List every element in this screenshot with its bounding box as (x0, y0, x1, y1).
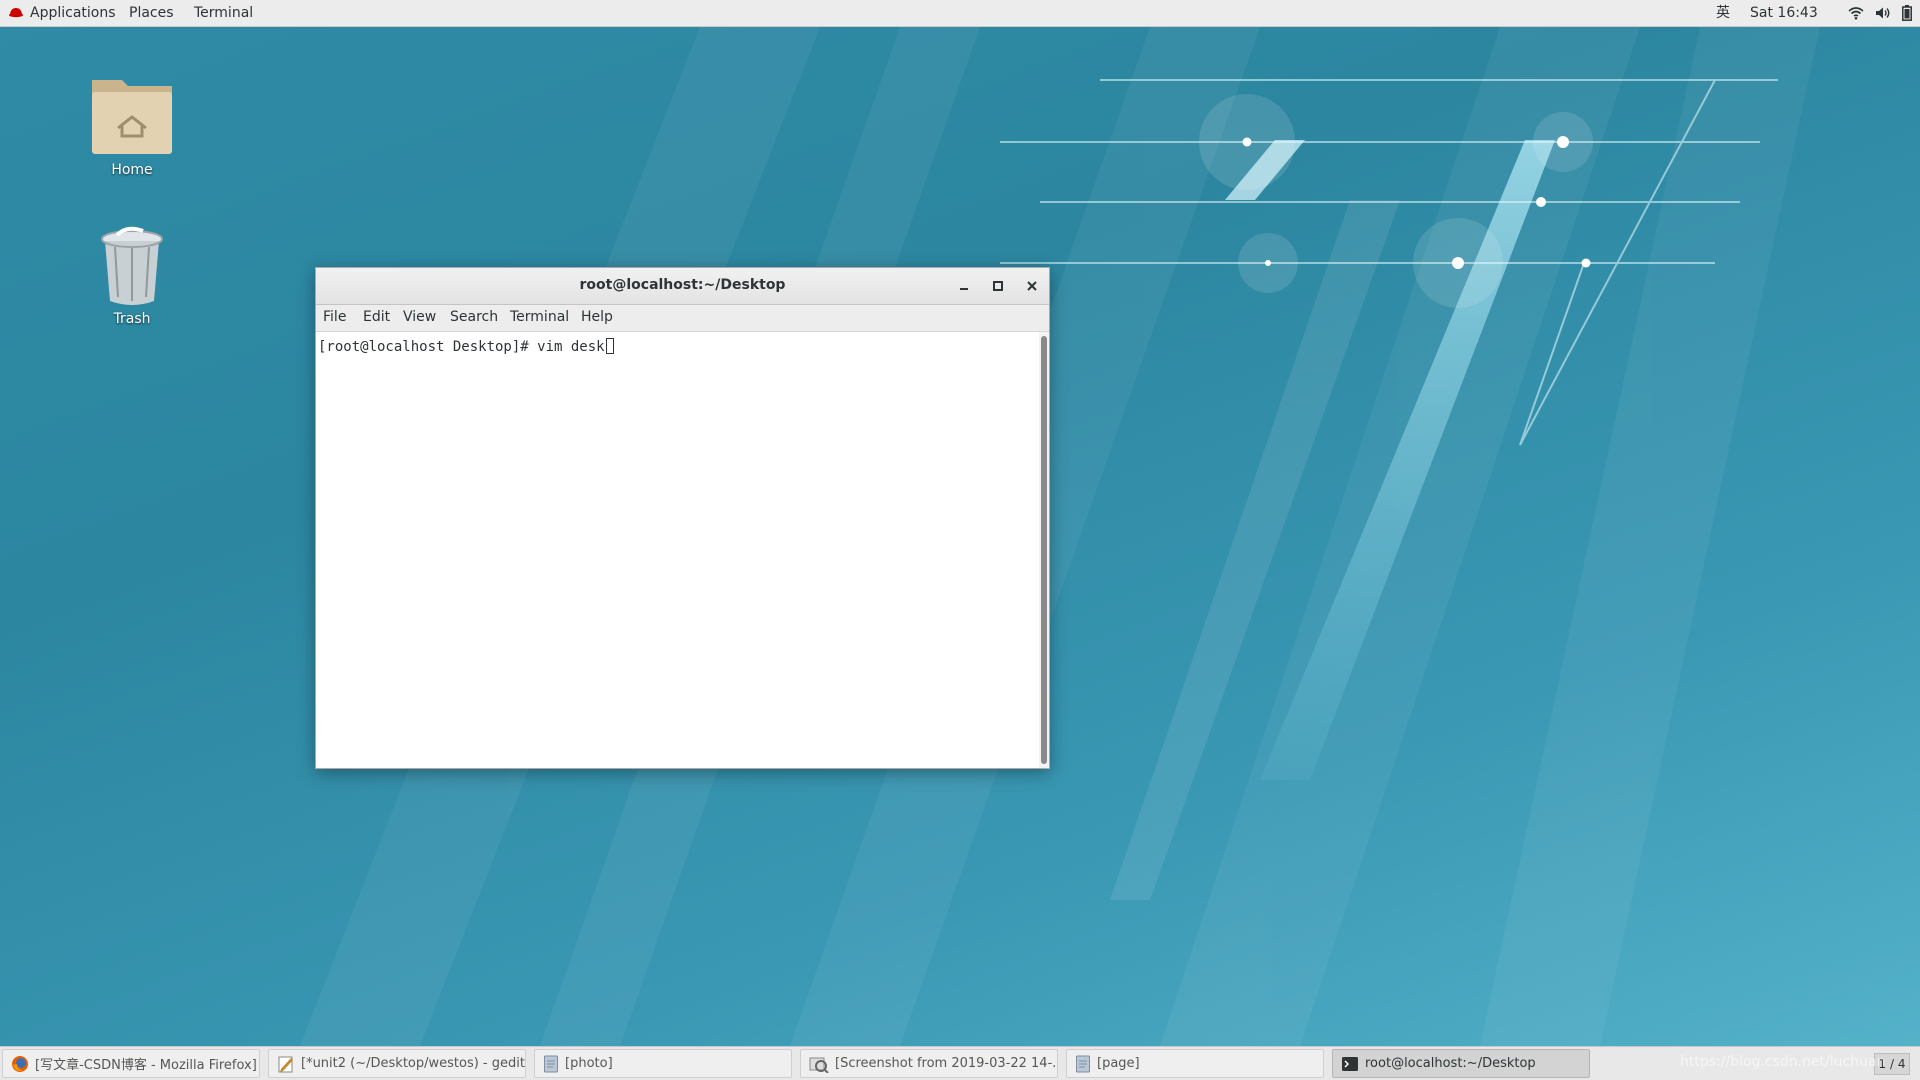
task-terminal[interactable]: root@localhost:~/Desktop (1332, 1049, 1590, 1078)
menu-help[interactable]: Help (581, 309, 613, 325)
terminal-icon (1342, 1056, 1358, 1071)
terminal-window[interactable]: root@localhost:~/Desktop File Edit View … (315, 267, 1050, 769)
menu-terminal[interactable]: Terminal (510, 309, 569, 325)
clock[interactable]: Sat 16:43 (1750, 4, 1818, 22)
task-label: [Screenshot from 2019-03-22 14-... (835, 1056, 1058, 1071)
gedit-icon (278, 1056, 293, 1072)
watermark: https://blog.csdn.net/luchuan (1680, 1054, 1886, 1070)
task-photo[interactable]: [photo] (534, 1049, 792, 1078)
menu-view[interactable]: View (403, 309, 436, 325)
maximize-icon (993, 281, 1003, 291)
maximize-button[interactable] (988, 276, 1008, 296)
home-folder-icon (92, 80, 172, 154)
places-menu[interactable]: Places (129, 4, 174, 22)
desktop-icon-home[interactable]: Home (72, 72, 192, 178)
terminal-scrollbar[interactable] (1039, 332, 1049, 768)
image-viewer-icon (809, 1057, 829, 1073)
close-button[interactable] (1022, 276, 1042, 296)
menu-edit[interactable]: Edit (363, 309, 390, 325)
task-gedit[interactable]: [*unit2 (~/Desktop/westos) - gedit] (268, 1049, 526, 1078)
bottom-taskbar: [写文章-CSDN博客 - Mozilla Firefox] [*unit2 (… (0, 1046, 1920, 1080)
volume-icon (1875, 6, 1891, 20)
terminal-app-menu[interactable]: Terminal (194, 4, 253, 22)
menu-search[interactable]: Search (450, 309, 498, 325)
task-page[interactable]: [page] (1066, 1049, 1324, 1078)
desktop-icon-label: Trash (113, 311, 151, 327)
task-label: root@localhost:~/Desktop (1365, 1056, 1536, 1071)
file-icon (1076, 1055, 1090, 1072)
trash-icon (101, 226, 163, 305)
close-icon (1027, 281, 1037, 291)
task-label: [page] (1097, 1056, 1140, 1071)
top-panel: Applications Places Terminal 英 Sat 16:43 (0, 0, 1920, 27)
terminal-output[interactable]: [root@localhost Desktop]# vim desk (316, 332, 1038, 768)
window-titlebar[interactable]: root@localhost:~/Desktop (316, 268, 1049, 305)
applications-menu[interactable]: Applications (30, 4, 116, 22)
wifi-icon (1848, 6, 1864, 20)
task-label: [photo] (565, 1056, 613, 1071)
system-status-area[interactable] (1848, 3, 1912, 23)
task-screenshot-viewer[interactable]: [Screenshot from 2019-03-22 14-... (800, 1049, 1058, 1078)
terminal-command-line: [root@localhost Desktop]# vim desk (318, 339, 605, 355)
text-cursor (605, 338, 614, 354)
task-label: [*unit2 (~/Desktop/westos) - gedit] (301, 1056, 526, 1071)
input-method-indicator[interactable]: 英 (1716, 4, 1730, 22)
battery-icon (1902, 5, 1912, 21)
window-title: root@localhost:~/Desktop (579, 277, 786, 293)
redhat-logo-icon[interactable] (8, 5, 24, 24)
menu-file[interactable]: File (323, 309, 346, 325)
minimize-icon (960, 288, 968, 290)
task-label: [写文章-CSDN博客 - Mozilla Firefox] (35, 1058, 257, 1073)
firefox-icon (12, 1055, 28, 1072)
desktop-icon-label: Home (111, 162, 153, 178)
file-icon (544, 1055, 558, 1072)
desktop-icon-trash[interactable]: Trash (72, 225, 192, 327)
task-firefox[interactable]: [写文章-CSDN博客 - Mozilla Firefox] (2, 1049, 260, 1078)
scrollbar-thumb[interactable] (1041, 336, 1047, 764)
window-menubar: File Edit View Search Terminal Help (316, 305, 1049, 332)
minimize-button[interactable] (954, 276, 974, 296)
